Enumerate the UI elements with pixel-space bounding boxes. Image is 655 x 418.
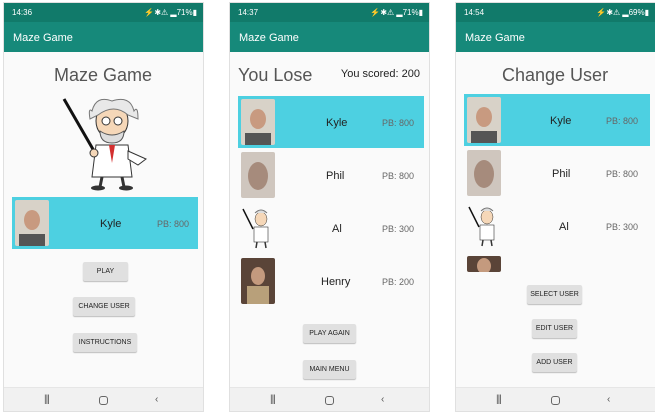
status-time: 14:37 xyxy=(238,8,259,17)
user-name: Henry xyxy=(321,276,351,288)
main-menu-button[interactable]: MAIN MENU xyxy=(303,360,356,379)
user-photo xyxy=(467,256,501,272)
change-user-screen: 14:54 ⚡✱⚠ ▂69%▮ Maze Game Change User Ky… xyxy=(455,2,655,412)
app-bar: Maze Game xyxy=(456,22,655,52)
app-bar-title: Maze Game xyxy=(465,32,525,44)
app-bar: Maze Game xyxy=(4,22,203,52)
user-photo xyxy=(241,258,275,304)
leaderboard-row: Phil PB: 800 xyxy=(238,149,424,201)
current-user-row[interactable]: Kyle PB: 800 xyxy=(12,197,198,249)
status-time: 14:36 xyxy=(12,8,33,17)
nav-bar: ||| ‹ xyxy=(4,387,203,411)
user-pb: PB: 300 xyxy=(382,224,415,234)
professor-mascot-image xyxy=(62,98,147,191)
play-again-button[interactable]: PLAY AGAIN xyxy=(303,324,356,343)
instructions-button[interactable]: INSTRUCTIONS xyxy=(73,333,137,352)
user-photo xyxy=(467,150,501,196)
user-name: Phil xyxy=(552,168,571,180)
nav-bar: ||| ‹ xyxy=(456,387,655,411)
user-name: Kyle xyxy=(550,115,572,127)
home-icon[interactable] xyxy=(325,396,334,405)
recent-apps-icon[interactable]: ||| xyxy=(270,394,276,405)
user-list-item[interactable]: Phil PB: 800 xyxy=(464,147,650,199)
user-pb: PB: 200 xyxy=(382,277,415,287)
user-name: Phil xyxy=(326,170,345,182)
user-list-item-partial[interactable] xyxy=(464,253,650,272)
user-name: Al xyxy=(332,223,342,235)
user-pb: PB: 800 xyxy=(382,118,415,128)
score-label: You scored: 200 xyxy=(340,68,420,80)
status-bar: 14:37 ⚡✱⚠ ▂71%▮ xyxy=(230,3,429,22)
main-menu-screen: 14:36 ⚡✱⚠ ▂71%▮ Maze Game Maze Game Kyle… xyxy=(3,2,204,412)
user-name: Al xyxy=(559,221,569,233)
result-title: You Lose xyxy=(238,65,313,85)
user-pb: PB: 300 xyxy=(606,222,639,232)
user-pb: PB: 800 xyxy=(157,219,190,229)
home-icon[interactable] xyxy=(99,396,108,405)
app-bar-title: Maze Game xyxy=(13,32,73,44)
app-bar: Maze Game xyxy=(230,22,429,52)
user-pb: PB: 800 xyxy=(606,169,639,179)
recent-apps-icon[interactable]: ||| xyxy=(44,394,50,405)
user-pb: PB: 800 xyxy=(606,116,639,126)
back-icon[interactable]: ‹ xyxy=(155,394,158,405)
play-button[interactable]: PLAY xyxy=(83,262,128,281)
user-list-item[interactable]: Al PB: 300 xyxy=(464,200,650,252)
user-name: Kyle xyxy=(326,117,348,129)
game-over-screen: 14:37 ⚡✱⚠ ▂71%▮ Maze Game You Lose You s… xyxy=(229,2,430,412)
page-title: Maze Game xyxy=(54,65,153,85)
leaderboard-row: Henry PB: 200 xyxy=(238,255,424,307)
user-avatar-professor xyxy=(241,205,275,251)
back-icon[interactable]: ‹ xyxy=(607,394,610,405)
status-icons: ⚡✱⚠ ▂69%▮ xyxy=(596,8,649,17)
user-pb: PB: 800 xyxy=(382,171,415,181)
leaderboard-row: Al PB: 300 xyxy=(238,202,424,254)
user-photo xyxy=(241,99,275,145)
status-time: 14:54 xyxy=(464,8,485,17)
status-icons: ⚡✱⚠ ▂71%▮ xyxy=(370,8,423,17)
status-icons: ⚡✱⚠ ▂71%▮ xyxy=(144,8,197,17)
back-icon[interactable]: ‹ xyxy=(381,394,384,405)
page-title: Change User xyxy=(502,65,609,85)
nav-bar: ||| ‹ xyxy=(230,387,429,411)
user-list-item[interactable]: Kyle PB: 800 xyxy=(464,94,650,146)
leaderboard-row: Kyle PB: 800 xyxy=(238,96,424,148)
edit-user-button[interactable]: EDIT USER xyxy=(532,319,577,338)
select-user-button[interactable]: SELECT USER xyxy=(527,285,582,304)
user-avatar-professor xyxy=(467,203,501,249)
app-bar-title: Maze Game xyxy=(239,32,299,44)
user-photo xyxy=(15,200,49,246)
recent-apps-icon[interactable]: ||| xyxy=(496,394,502,405)
user-photo xyxy=(241,152,275,198)
user-photo xyxy=(467,97,501,143)
home-icon[interactable] xyxy=(551,396,560,405)
status-bar: 14:54 ⚡✱⚠ ▂69%▮ xyxy=(456,3,655,22)
user-name: Kyle xyxy=(100,218,122,230)
status-bar: 14:36 ⚡✱⚠ ▂71%▮ xyxy=(4,3,203,22)
change-user-button[interactable]: CHANGE USER xyxy=(73,297,135,316)
add-user-button[interactable]: ADD USER xyxy=(532,353,577,372)
